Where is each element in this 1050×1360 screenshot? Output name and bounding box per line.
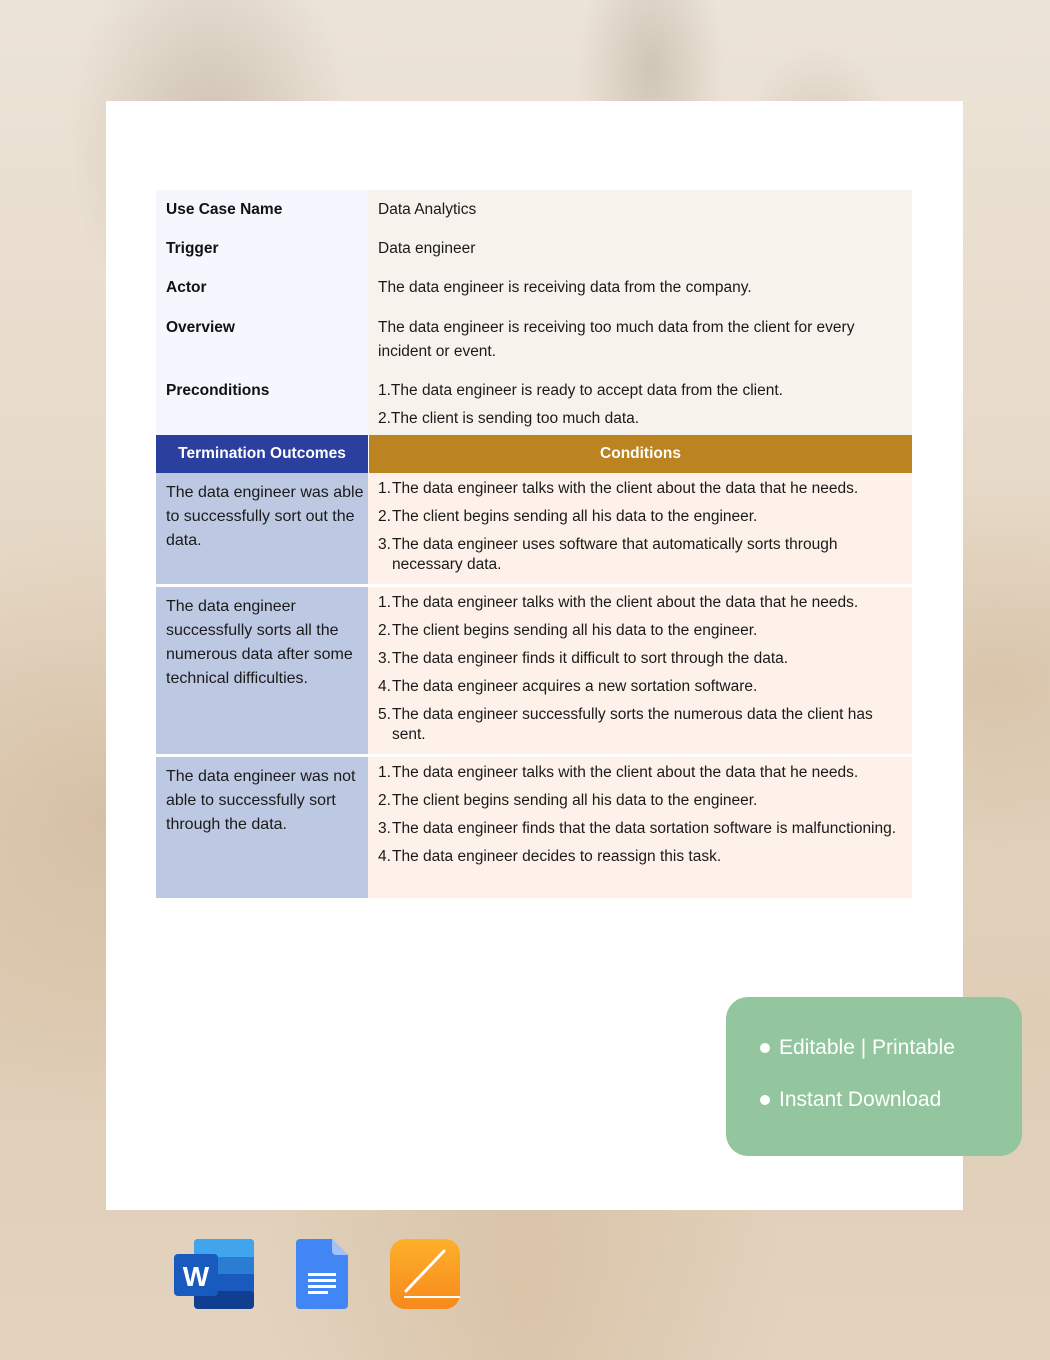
condition-text: The data engineer uses software that aut… xyxy=(392,536,838,573)
info-row-overview: Overview The data engineer is receiving … xyxy=(156,309,912,372)
info-value: The data engineer is receiving data from… xyxy=(368,268,912,309)
condition-text: The data engineer finds it difficult to … xyxy=(392,650,789,667)
svg-text:W: W xyxy=(183,1261,210,1292)
condition-item: 2. The client begins sending all his data… xyxy=(378,791,902,811)
condition-text: The data engineer talks with the client … xyxy=(392,594,859,611)
features-badge: Editable | Printable Instant Download xyxy=(726,997,1022,1156)
bullet-icon xyxy=(760,1043,770,1053)
condition-number: 1. xyxy=(378,764,391,781)
condition-item: 1. The data engineer talks with the clien… xyxy=(378,479,902,499)
condition-number: 3. xyxy=(378,650,391,667)
conditions-header: Conditions xyxy=(369,435,912,473)
condition-text: The data engineer finds that the data so… xyxy=(392,820,897,837)
use-case-table: Use Case Name Data Analytics Trigger Dat… xyxy=(156,190,912,898)
condition-number: 4. xyxy=(378,678,391,695)
condition-text: The client begins sending all his data t… xyxy=(392,792,758,809)
outcomes-body: The data engineer was able to successful… xyxy=(156,473,912,898)
info-row-actor: Actor The data engineer is receiving dat… xyxy=(156,268,912,309)
badge-item-label: Instant Download xyxy=(779,1088,942,1111)
condition-item: 1. The data engineer talks with the clien… xyxy=(378,593,902,613)
condition-item: 4. The data engineer decides to reassign … xyxy=(378,847,902,867)
condition-number: 3. xyxy=(378,820,391,837)
info-label: Use Case Name xyxy=(156,190,368,229)
condition-number: 2. xyxy=(378,622,391,639)
info-row-trigger: Trigger Data engineer xyxy=(156,229,912,268)
condition-text: The data engineer acquires a new sortati… xyxy=(392,678,758,695)
condition-text: The data engineer talks with the client … xyxy=(392,764,859,781)
outcome-row: The data engineer was not able to succes… xyxy=(156,757,912,898)
info-label: Actor xyxy=(156,268,368,309)
info-row-use-case-name: Use Case Name Data Analytics xyxy=(156,190,912,229)
info-label: Trigger xyxy=(156,229,368,268)
badge-item-editable: Editable | Printable xyxy=(760,1036,955,1060)
condition-text: The data engineer talks with the client … xyxy=(392,480,859,497)
condition-text: The client begins sending all his data t… xyxy=(392,508,758,525)
info-row-preconditions: Preconditions 1.The data engineer is rea… xyxy=(156,372,912,435)
condition-number: 1. xyxy=(378,594,391,611)
outcomes-header-row: Termination Outcomes Conditions xyxy=(156,435,912,473)
outcome-text: The data engineer successfully sorts all… xyxy=(156,587,368,754)
termination-outcomes-header: Termination Outcomes xyxy=(156,435,368,473)
word-icon[interactable]: W xyxy=(174,1239,254,1309)
conditions-list: 1. The data engineer talks with the clien… xyxy=(368,587,912,754)
app-icons: W xyxy=(0,1239,1050,1311)
info-label: Preconditions xyxy=(156,372,368,435)
condition-item: 5. The data engineer successfully sorts t… xyxy=(378,705,902,745)
condition-number: 2. xyxy=(378,508,391,525)
condition-number: 2. xyxy=(378,792,391,809)
precondition-item: 1.The data engineer is ready to accept d… xyxy=(378,382,783,399)
condition-item: 4. The data engineer acquires a new sorta… xyxy=(378,677,902,697)
apple-pages-icon[interactable] xyxy=(390,1239,460,1309)
google-docs-icon[interactable] xyxy=(296,1239,348,1309)
info-value: The data engineer is receiving too much … xyxy=(368,309,912,372)
condition-number: 3. xyxy=(378,536,391,553)
outcome-text: The data engineer was not able to succes… xyxy=(156,757,368,898)
condition-item: 3. The data engineer finds that the data … xyxy=(378,819,902,839)
outcome-row: The data engineer was able to successful… xyxy=(156,473,912,584)
badge-item-download: Instant Download xyxy=(760,1088,941,1112)
outcome-text: The data engineer was able to successful… xyxy=(156,473,368,584)
condition-item: 2. The client begins sending all his data… xyxy=(378,621,902,641)
condition-item: 3. The data engineer uses software that a… xyxy=(378,535,902,575)
condition-text: The data engineer successfully sorts the… xyxy=(392,706,873,743)
info-label: Overview xyxy=(156,309,368,372)
condition-number: 5. xyxy=(378,706,391,723)
condition-item: 2. The client begins sending all his data… xyxy=(378,507,902,527)
info-value: 1.The data engineer is ready to accept d… xyxy=(368,372,912,435)
info-value: Data Analytics xyxy=(368,190,912,229)
condition-number: 1. xyxy=(378,480,391,497)
conditions-list: 1. The data engineer talks with the clien… xyxy=(368,473,912,584)
condition-item: 3. The data engineer finds it difficult t… xyxy=(378,649,902,669)
condition-text: The data engineer decides to reassign th… xyxy=(392,848,722,865)
condition-text: The client begins sending all his data t… xyxy=(392,622,758,639)
badge-item-label: Editable | Printable xyxy=(779,1036,955,1059)
info-value: Data engineer xyxy=(368,229,912,268)
condition-item: 1. The data engineer talks with the clien… xyxy=(378,763,902,783)
precondition-item: 2.The client is sending too much data. xyxy=(378,410,640,427)
conditions-list: 1. The data engineer talks with the clien… xyxy=(368,757,912,898)
bullet-icon xyxy=(760,1095,770,1105)
condition-number: 4. xyxy=(378,848,391,865)
outcome-row: The data engineer successfully sorts all… xyxy=(156,587,912,754)
